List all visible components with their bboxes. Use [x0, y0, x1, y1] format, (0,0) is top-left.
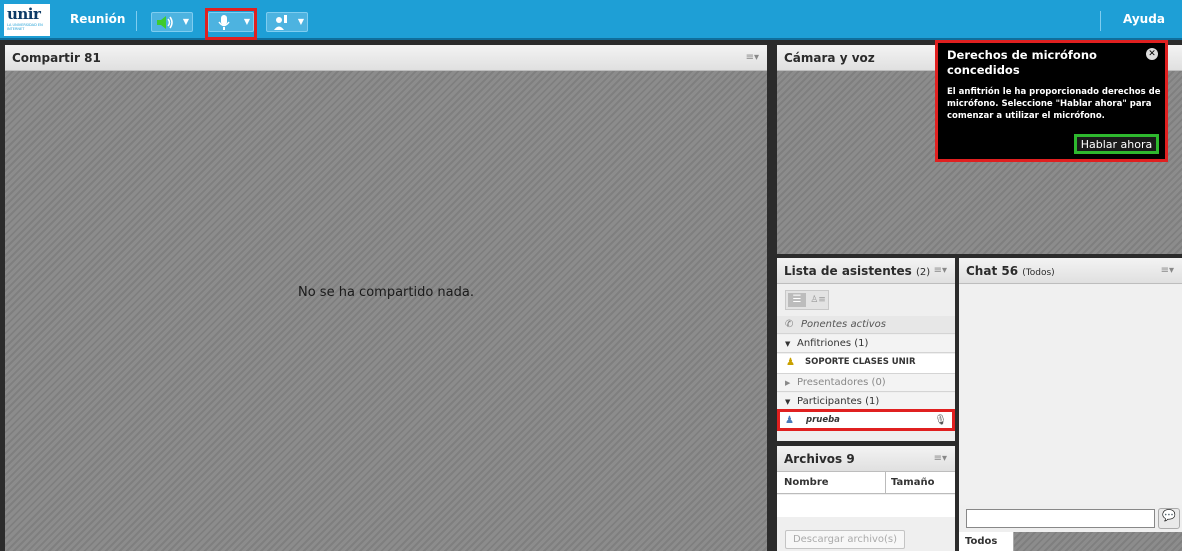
camera-pod-title: Cámara y voz — [784, 51, 875, 65]
chevron-down-icon: ▼ — [297, 17, 304, 26]
chat-pod-title: Chat 56 (Todos) — [966, 264, 1055, 278]
raise-hand-icon — [274, 15, 287, 30]
menu-divider — [1100, 11, 1101, 31]
microphone-highlight — [205, 8, 257, 40]
participant-user-icon: ♟ — [785, 415, 794, 426]
download-files-button[interactable]: Descargar archivo(s) — [785, 530, 905, 549]
files-table-body — [777, 495, 955, 517]
expand-down-icon: ▼ — [785, 398, 791, 406]
attendees-pod: Lista de asistentes (2) ≡▾ ☰ ♙≡ ✆ Ponent… — [777, 258, 955, 441]
attendees-pod-header: Lista de asistentes (2) ≡▾ — [777, 258, 955, 284]
column-header-size[interactable]: Tamaño — [891, 477, 934, 488]
share-empty-message: No se ha compartido nada. — [298, 285, 474, 300]
pod-options-icon[interactable]: ≡▾ — [934, 453, 947, 464]
chat-pod-header: Chat 56 (Todos) ≡▾ — [959, 258, 1182, 284]
chat-input[interactable] — [966, 509, 1155, 528]
column-header-name[interactable]: Nombre — [784, 477, 829, 488]
microphone-icon: 🎙 — [934, 415, 947, 426]
chat-messages-area — [959, 285, 1182, 505]
attendee-row-participant[interactable]: ♟ prueba 🎙 — [777, 409, 955, 431]
speaker-button[interactable]: ▼ — [151, 12, 193, 32]
expand-right-icon: ▶ — [785, 379, 791, 387]
share-pod: Compartir 81 ≡▾ No se ha compartido nada… — [5, 45, 767, 551]
hosts-group-header[interactable]: ▼ Anfitriones (1) — [777, 335, 955, 353]
chat-pod: Chat 56 (Todos) ≡▾ 💬 Todos — [959, 258, 1182, 551]
attendee-row-host[interactable]: ♟ SOPORTE CLASES UNIR — [777, 354, 955, 374]
speak-now-button[interactable]: Hablar ahora — [1074, 134, 1159, 154]
active-speakers-row: ✆ Ponentes activos — [777, 316, 955, 334]
chat-footer: Todos — [959, 532, 1182, 551]
files-pod-title: Archivos 9 — [784, 452, 855, 466]
pod-options-icon[interactable]: ≡▾ — [934, 265, 947, 276]
help-menu[interactable]: Ayuda — [1123, 12, 1165, 26]
attendees-pod-title: Lista de asistentes (2) — [784, 264, 931, 278]
unir-logo: unir LA UNIVERSIDAD EN INTERNET — [4, 4, 50, 36]
pod-options-icon[interactable]: ≡▾ — [1161, 265, 1174, 276]
raise-hand-button[interactable]: ▼ — [266, 12, 308, 32]
close-icon[interactable]: ✕ — [1146, 48, 1158, 60]
top-menu-bar: unir LA UNIVERSIDAD EN INTERNET Reunión … — [0, 0, 1182, 40]
notification-title: Derechos de micrófono concedidos — [947, 48, 1097, 77]
notification-message: El anfitrión le ha proporcionado derecho… — [947, 87, 1161, 121]
list-view-icon[interactable]: ☰ — [788, 293, 806, 307]
files-pod-header: Archivos 9 ≡▾ — [777, 446, 955, 472]
expand-down-icon: ▼ — [785, 340, 791, 348]
menu-divider — [136, 11, 137, 31]
meeting-menu[interactable]: Reunión — [70, 12, 125, 26]
recipient-tab-everyone[interactable]: Todos — [959, 532, 1014, 551]
share-pod-header: Compartir 81 ≡▾ — [5, 45, 767, 71]
microphone-rights-notification: Derechos de micrófono concedidos ✕ El an… — [935, 40, 1168, 162]
detail-view-icon[interactable]: ♙≡ — [809, 293, 827, 307]
send-message-icon[interactable]: 💬 — [1158, 508, 1180, 529]
share-pod-title: Compartir 81 — [12, 51, 101, 65]
files-table-header: Nombre Tamaño — [777, 472, 955, 494]
phone-icon: ✆ — [785, 319, 794, 330]
pod-options-icon[interactable]: ≡▾ — [746, 52, 759, 63]
view-toggle: ☰ ♙≡ — [785, 290, 829, 310]
column-divider — [885, 472, 886, 494]
files-pod: Archivos 9 ≡▾ Nombre Tamaño Descargar ar… — [777, 446, 955, 551]
host-user-icon: ♟ — [786, 357, 795, 368]
presenters-group-header[interactable]: ▶ Presentadores (0) — [777, 374, 955, 392]
chevron-down-icon: ▼ — [182, 17, 189, 26]
speaker-icon — [157, 16, 173, 29]
